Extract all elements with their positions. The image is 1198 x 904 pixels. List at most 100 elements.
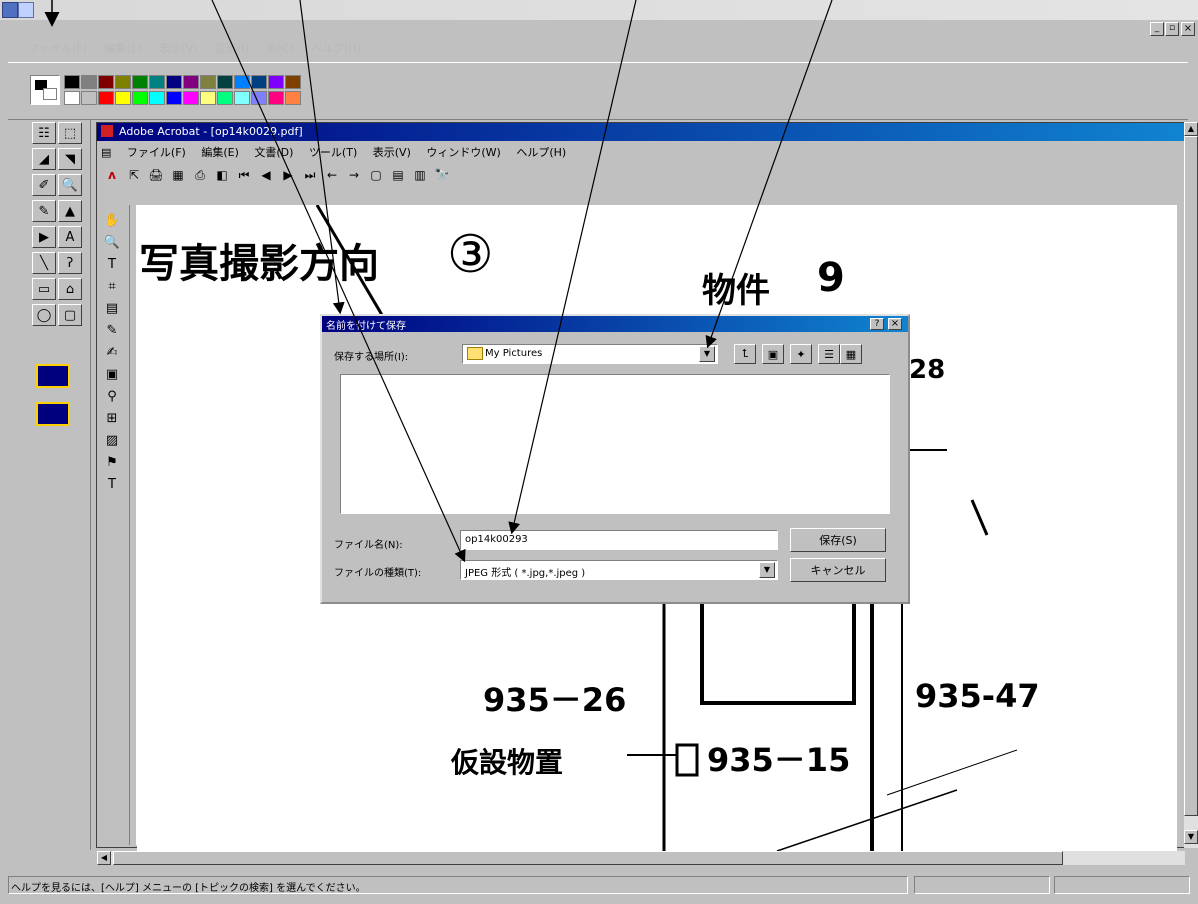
color-swatch[interactable] — [285, 91, 301, 105]
paint-menu-image[interactable]: 変形(I) — [215, 40, 249, 56]
acrobat-toolbar-icon[interactable]: ▥ — [411, 166, 429, 184]
file-list[interactable] — [340, 374, 890, 514]
color-swatch[interactable] — [149, 75, 165, 89]
paint-tool-button[interactable]: ◯ — [32, 304, 56, 326]
color-swatch[interactable] — [64, 75, 80, 89]
scroll-thumb[interactable] — [113, 851, 1063, 865]
paint-tool-button[interactable]: ✎ — [32, 200, 56, 222]
acrobat-menu-view[interactable]: 表示(V) — [373, 144, 411, 160]
paint-tool-button[interactable]: ◢ — [32, 148, 56, 170]
dialog-close-button[interactable]: × — [888, 318, 902, 330]
acrobat-menu-help[interactable]: ヘルプ(H) — [516, 144, 566, 160]
acrobat-side-tool-icon[interactable]: ✎ — [101, 319, 123, 341]
color-swatch[interactable] — [64, 91, 80, 105]
filename-input[interactable]: op14k00293 — [460, 530, 778, 550]
acrobat-toolbar-icon[interactable]: 🖨 — [147, 166, 165, 184]
color-swatch[interactable] — [166, 91, 182, 105]
color-swatch[interactable] — [183, 75, 199, 89]
acrobat-side-tool-icon[interactable]: ▨ — [101, 429, 123, 451]
color-swatch[interactable] — [234, 75, 250, 89]
current-colors[interactable] — [30, 75, 60, 105]
save-in-dropdown-button[interactable]: ▼ — [699, 346, 715, 362]
color-swatch[interactable] — [115, 75, 131, 89]
filetype-dropdown[interactable]: JPEG 形式 ( *.jpg,*.jpeg ) ▼ — [460, 560, 778, 580]
paint-tool-button[interactable]: ☷ — [32, 122, 56, 144]
scroll-vthumb[interactable] — [1184, 136, 1198, 816]
tool-option-1[interactable] — [36, 364, 70, 388]
color-swatch[interactable] — [234, 91, 250, 105]
tool-option-2[interactable] — [36, 402, 70, 426]
scroll-down-button[interactable]: ▼ — [1184, 830, 1198, 844]
acrobat-side-tool-icon[interactable]: T — [101, 473, 123, 495]
color-swatch[interactable] — [166, 75, 182, 89]
acrobat-toolbar-icon[interactable]: ⎙ — [191, 166, 209, 184]
dialog-help-button[interactable]: ? — [870, 318, 884, 330]
acrobat-side-tool-icon[interactable]: ⊞ — [101, 407, 123, 429]
acrobat-menu-file[interactable]: ファイル(F) — [127, 144, 186, 160]
acrobat-side-tool-icon[interactable]: ✍ — [101, 341, 123, 363]
paint-tool-button[interactable]: ▭ — [32, 278, 56, 300]
color-swatch[interactable] — [132, 75, 148, 89]
color-swatch[interactable] — [149, 91, 165, 105]
vertical-scrollbar[interactable]: ▲ ▼ — [1184, 122, 1198, 848]
acrobat-toolbar-icon[interactable]: ▢ — [367, 166, 385, 184]
acrobat-toolbar-icon[interactable]: ▤ — [389, 166, 407, 184]
acrobat-menu-edit[interactable]: 編集(E) — [201, 144, 239, 160]
paint-tool-button[interactable]: ▢ — [58, 304, 82, 326]
up-folder-icon[interactable]: ⮤ — [734, 344, 756, 364]
paint-tool-button[interactable]: A — [58, 226, 82, 248]
filetype-dropdown-button[interactable]: ▼ — [759, 562, 775, 578]
color-swatch[interactable] — [217, 91, 233, 105]
restore-button[interactable]: ▫ — [1165, 22, 1179, 36]
acrobat-toolbar-icon[interactable]: 🔭 — [433, 166, 451, 184]
save-in-dropdown[interactable]: My Pictures ▼ — [462, 344, 718, 364]
acrobat-toolbar-icon[interactable]: ← — [323, 166, 341, 184]
color-swatch[interactable] — [200, 91, 216, 105]
paint-tool-button[interactable]: ▶ — [32, 226, 56, 248]
color-swatch[interactable] — [81, 91, 97, 105]
cancel-button[interactable]: キャンセル — [790, 558, 886, 582]
acrobat-side-tool-icon[interactable]: ⚲ — [101, 385, 123, 407]
color-swatch[interactable] — [183, 91, 199, 105]
acrobat-side-tool-icon[interactable]: ▣ — [101, 363, 123, 385]
new-folder-icon[interactable]: ✦ — [790, 344, 812, 364]
scroll-left-button[interactable]: ◀ — [97, 851, 111, 865]
paint-tool-button[interactable]: ╲ — [32, 252, 56, 274]
color-swatch[interactable] — [251, 91, 267, 105]
color-swatch[interactable] — [81, 75, 97, 89]
desktop-icon[interactable]: ▣ — [762, 344, 784, 364]
list-view-icon[interactable]: ☰ — [818, 344, 840, 364]
acrobat-toolbar-icon[interactable]: ◧ — [213, 166, 231, 184]
acrobat-side-tool-icon[interactable]: ✋ — [101, 209, 123, 231]
paint-tool-button[interactable]: ⌂ — [58, 278, 82, 300]
color-swatch[interactable] — [200, 75, 216, 89]
paint-tool-button[interactable]: 🔍 — [58, 174, 82, 196]
acrobat-toolbar-icon[interactable]: ◀ — [257, 166, 275, 184]
color-swatch[interactable] — [132, 91, 148, 105]
acrobat-toolbar-icon[interactable]: ⏭ — [301, 166, 319, 184]
minimize-button[interactable]: _ — [1150, 22, 1164, 36]
acrobat-menu-tools[interactable]: ツール(T) — [309, 144, 357, 160]
color-swatch[interactable] — [115, 91, 131, 105]
acrobat-side-tool-icon[interactable]: T — [101, 253, 123, 275]
paint-tool-button[interactable]: ⬚ — [58, 122, 82, 144]
close-button[interactable]: × — [1181, 22, 1195, 36]
acrobat-toolbar-icon[interactable]: ▶ — [279, 166, 297, 184]
acrobat-toolbar-icon[interactable]: ⇱ — [125, 166, 143, 184]
paint-tool-button[interactable]: ◥ — [58, 148, 82, 170]
acrobat-menu-document[interactable]: 文書(D) — [254, 144, 293, 160]
acrobat-toolbar-icon[interactable]: ⏮ — [235, 166, 253, 184]
acrobat-menu-window[interactable]: ウィンドウ(W) — [426, 144, 500, 160]
color-swatch[interactable] — [268, 75, 284, 89]
acrobat-toolbar-icon[interactable]: ▦ — [169, 166, 187, 184]
paint-menu-file[interactable]: ファイル(F) — [28, 40, 87, 56]
paint-menu-colors[interactable]: 色(C) — [266, 40, 293, 56]
acrobat-side-tool-icon[interactable]: ⚑ — [101, 451, 123, 473]
color-swatch[interactable] — [268, 91, 284, 105]
color-swatch[interactable] — [251, 75, 267, 89]
paint-tool-button[interactable]: ▲ — [58, 200, 82, 222]
paint-menu-edit[interactable]: 編集(E) — [104, 40, 142, 56]
acrobat-side-tool-icon[interactable]: ▤ — [101, 297, 123, 319]
paint-tool-button[interactable]: ✐ — [32, 174, 56, 196]
color-swatch[interactable] — [98, 91, 114, 105]
